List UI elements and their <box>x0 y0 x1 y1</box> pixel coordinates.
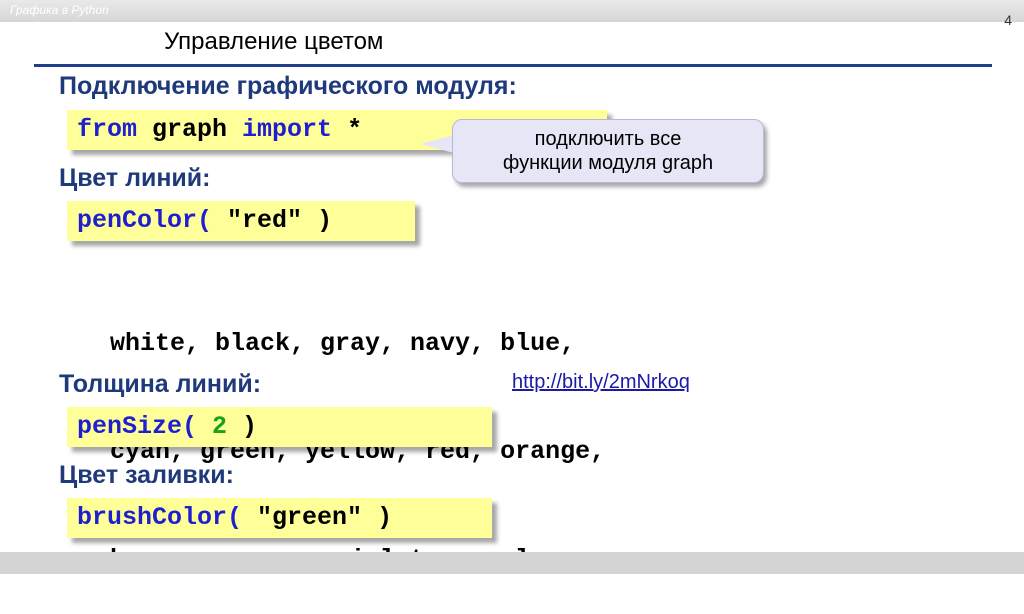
reference-link[interactable]: http://bit.ly/2mNrkoq <box>512 371 690 394</box>
heading-brush-color: Цвет заливки: <box>59 461 234 489</box>
header-bar: Графика в Python <box>0 0 1024 22</box>
code-close-paren: ) <box>377 503 393 532</box>
code-arg-2: 2 <box>197 412 243 441</box>
code-arg-green: "green" <box>242 503 378 532</box>
code-func-pencolor: penColor( <box>77 206 213 235</box>
heading-module: Подключение графического модуля: <box>59 72 517 100</box>
callout-note: подключить все функции модуля graph <box>452 119 764 183</box>
title-divider <box>34 64 992 67</box>
code-close-paren: ) <box>242 412 258 441</box>
code-keyword-from: from <box>77 115 138 144</box>
code-close-paren: ) <box>317 206 333 235</box>
heading-pen-size: Толщина линий: <box>59 370 262 398</box>
callout-line-1: подключить все <box>534 128 682 150</box>
code-brush-color: brushColor( "green" ) <box>67 498 492 538</box>
code-func-pensize: penSize( <box>77 412 198 441</box>
page-number: 4 <box>1004 12 1012 28</box>
code-star: * <box>332 115 363 144</box>
code-keyword-import: import <box>242 115 333 144</box>
color-list-line: white, black, gray, navy, blue, <box>110 329 576 358</box>
slide-title: Управление цветом <box>164 28 384 55</box>
code-arg-red: "red" <box>212 206 318 235</box>
code-module-name: graph <box>137 115 243 144</box>
heading-pen-color: Цвет линий: <box>59 164 211 192</box>
callout-pointer <box>420 135 454 153</box>
header-title: Графика в Python <box>10 3 109 17</box>
code-pen-size: penSize( 2 ) <box>67 407 492 447</box>
code-pen-color: penColor( "red" ) <box>67 201 415 241</box>
footer-bar <box>0 552 1024 574</box>
callout-line-2: функции модуля graph <box>502 152 714 174</box>
code-func-brushcolor: brushColor( <box>77 503 243 532</box>
